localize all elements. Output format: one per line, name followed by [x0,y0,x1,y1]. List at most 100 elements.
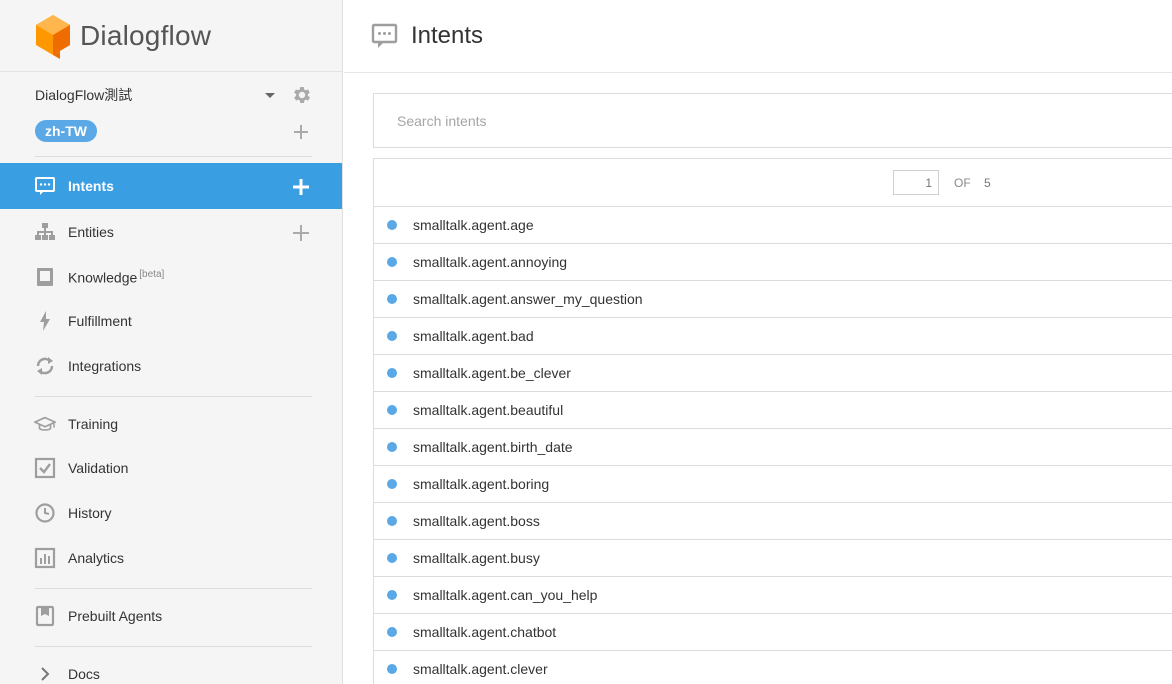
nav-intents[interactable]: Intents [0,163,342,209]
nav-knowledge-label-wrap: Knowledge [beta] [68,269,164,286]
nav-prebuilt-agents-label: Prebuilt Agents [68,608,163,624]
nav-validation-label: Validation [68,460,129,476]
nav-docs-label: Docs [68,666,100,682]
status-dot-icon [387,220,397,230]
intent-row[interactable]: smalltalk.agent.chatbot [374,614,1172,651]
nav-docs[interactable]: Docs [0,651,342,684]
nav-validation[interactable]: Validation [0,445,342,491]
nav-entities[interactable]: Entities [0,209,342,255]
nav-integrations[interactable]: Integrations [0,343,342,389]
page-number-input[interactable] [893,170,939,195]
sidebar: Dialogflow DialogFlow測試 zh-TW Intents En… [0,0,343,684]
intent-row[interactable]: smalltalk.agent.age [374,207,1172,244]
pagination: OF 5 [374,159,1172,207]
nav-fulfillment[interactable]: Fulfillment [0,298,342,344]
status-dot-icon [387,331,397,341]
intent-name: smalltalk.agent.boring [413,476,550,492]
pager-of-label: OF [954,176,971,190]
intent-name: smalltalk.agent.chatbot [413,624,557,640]
status-dot-icon [387,479,397,489]
nav-fulfillment-label: Fulfillment [68,313,132,329]
intent-row[interactable]: smalltalk.agent.can_you_help [374,577,1172,614]
chevron-right-icon [34,663,56,684]
intent-name: smalltalk.agent.beautiful [413,402,564,418]
graduation-cap-icon [34,413,56,435]
intent-row[interactable]: smalltalk.agent.beautiful [374,392,1172,429]
agent-selector[interactable]: DialogFlow測試 [35,84,315,106]
checkbox-icon [34,457,56,479]
status-dot-icon [387,553,397,563]
nav-knowledge-label: Knowledge [68,269,138,286]
bookmark-book-icon [34,605,56,627]
intent-row[interactable]: smalltalk.agent.busy [374,540,1172,577]
status-dot-icon [387,590,397,600]
sync-icon [34,355,56,377]
nav-training[interactable]: Training [0,401,342,447]
divider [35,156,312,157]
intent-name: smalltalk.agent.can_you_help [413,587,598,603]
status-dot-icon [387,442,397,452]
intent-row[interactable]: smalltalk.agent.boring [374,466,1172,503]
page-title: Intents [411,22,484,49]
nav-prebuilt-agents[interactable]: Prebuilt Agents [0,593,342,639]
add-language-icon[interactable] [293,124,309,140]
intent-row[interactable]: smalltalk.agent.clever [374,651,1172,684]
status-dot-icon [387,664,397,674]
dialogflow-logo-icon [36,14,70,59]
nav-entities-label: Entities [68,224,114,240]
nav-intents-label: Intents [68,178,114,194]
nav-analytics-label: Analytics [68,550,125,566]
intent-name: smalltalk.agent.boss [413,513,540,529]
status-dot-icon [387,368,397,378]
pager-total: 5 [984,176,991,190]
nav-training-label: Training [68,416,119,432]
intent-row[interactable]: smalltalk.agent.annoying [374,244,1172,281]
intent-name: smalltalk.agent.birth_date [413,439,573,455]
logo[interactable]: Dialogflow [0,0,342,72]
add-intent-icon[interactable] [292,178,310,196]
intent-row[interactable]: smalltalk.agent.boss [374,503,1172,540]
language-badge[interactable]: zh-TW [35,120,97,142]
caret-down-icon[interactable] [263,88,277,102]
intent-name: smalltalk.agent.annoying [413,254,568,270]
add-entity-icon[interactable] [292,224,310,242]
page-header: Intents [344,0,1172,73]
intents-list: OF 5 smalltalk.agent.agesmalltalk.agent.… [373,158,1172,684]
intent-row[interactable]: smalltalk.agent.birth_date [374,429,1172,466]
intent-name: smalltalk.agent.bad [413,328,534,344]
search-box[interactable] [373,93,1172,148]
language-row: zh-TW [35,120,315,144]
intent-row[interactable]: smalltalk.agent.answer_my_question [374,281,1172,318]
sitemap-icon [34,221,56,243]
nav-history[interactable]: History [0,490,342,536]
intent-name: smalltalk.agent.age [413,217,534,233]
nav-knowledge[interactable]: Knowledge [beta] [0,254,342,300]
nav-integrations-label: Integrations [68,358,142,374]
status-dot-icon [387,627,397,637]
agent-name: DialogFlow測試 [35,87,133,103]
bar-chart-icon [34,547,56,569]
search-input[interactable] [397,112,1097,129]
gear-icon[interactable] [291,84,313,106]
status-dot-icon [387,294,397,304]
status-dot-icon [387,405,397,415]
nav-analytics[interactable]: Analytics [0,535,342,581]
divider [35,588,312,589]
divider [35,646,312,647]
brand-name: Dialogflow [80,19,212,51]
intent-rows: smalltalk.agent.age smalltalk.agent.annoy… [374,207,1172,684]
beta-badge: [beta] [139,268,165,280]
intent-name: smalltalk.agent.answer_my_question [413,291,643,307]
clock-icon [34,502,56,524]
chat-bubble-icon [371,23,398,48]
chat-bubble-icon [34,175,56,197]
intent-name: smalltalk.agent.clever [413,661,548,677]
intent-row[interactable]: smalltalk.agent.bad [374,318,1172,355]
intent-name: smalltalk.agent.be_clever [413,365,571,381]
intent-name: smalltalk.agent.busy [413,550,540,566]
intent-row[interactable]: smalltalk.agent.be_clever [374,355,1172,392]
status-dot-icon [387,516,397,526]
status-dot-icon [387,257,397,267]
nav-history-label: History [68,505,112,521]
divider [35,396,312,397]
